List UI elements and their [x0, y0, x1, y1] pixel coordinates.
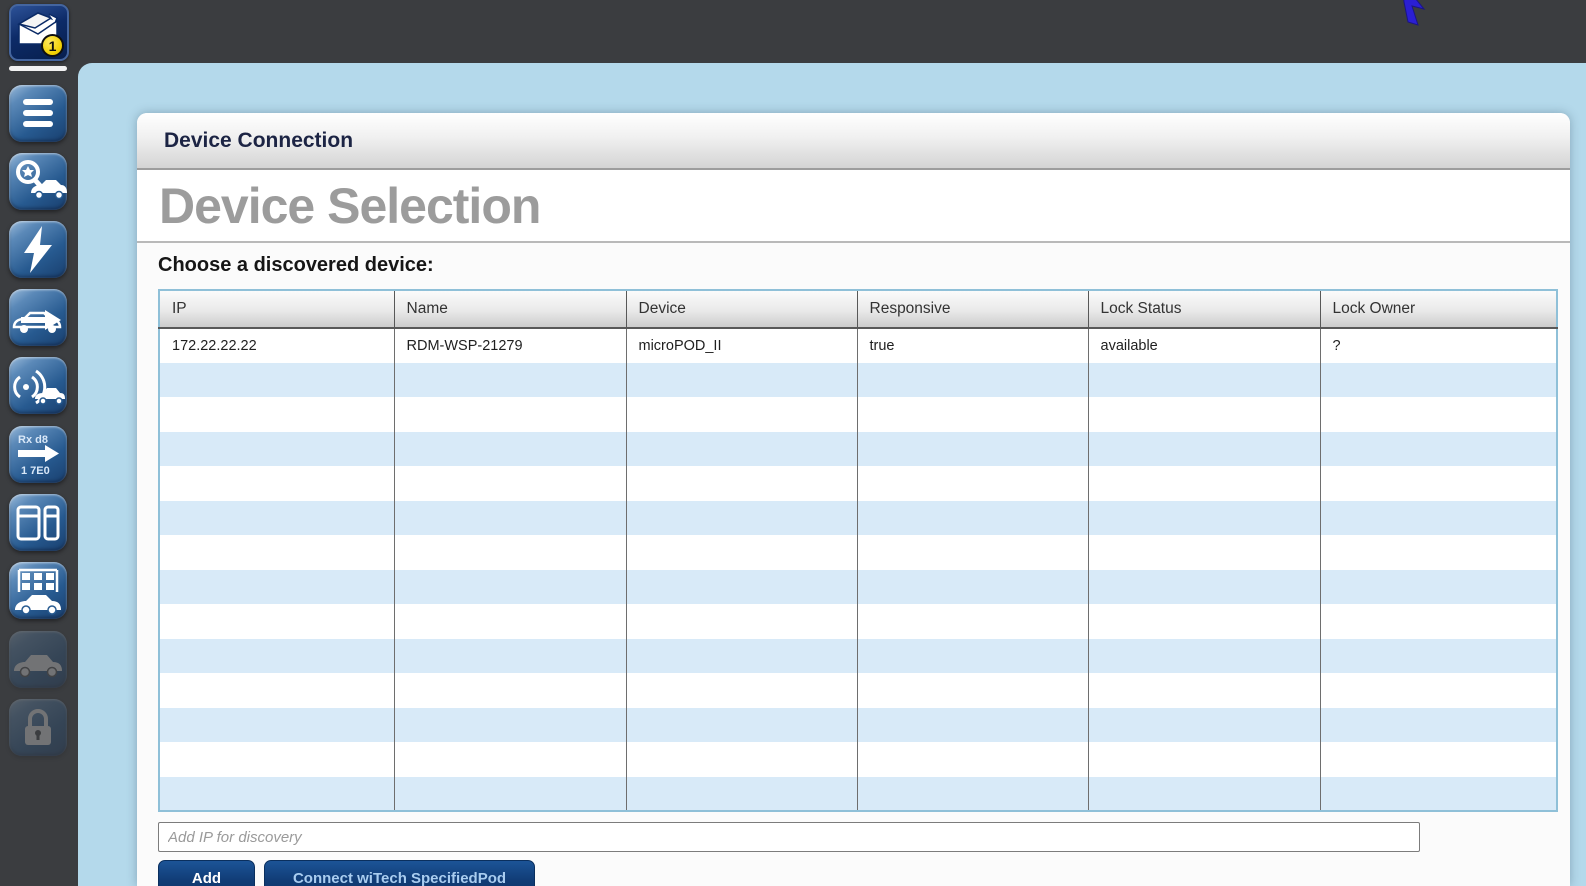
- messages-button[interactable]: 1: [9, 4, 69, 61]
- garage-vehicle-icon: [15, 568, 61, 615]
- sidebar-item-vehicle-select[interactable]: [9, 289, 67, 346]
- sidebar-item-vehicle: [9, 631, 67, 688]
- table-empty-row: [159, 707, 1557, 742]
- add-button[interactable]: Add: [158, 860, 255, 886]
- col-header-lock-owner: Lock Owner: [1320, 290, 1557, 329]
- table-empty-row: [159, 500, 1557, 535]
- add-ip-input[interactable]: [158, 822, 1420, 852]
- cell-device: microPOD_II: [626, 328, 858, 363]
- main-content: Device Connection Device Selection Choos…: [78, 63, 1586, 886]
- vehicle-icon: [14, 654, 62, 677]
- cell-ip: 172.22.22.22: [159, 328, 395, 363]
- mouse-cursor: [1403, 0, 1426, 26]
- data-bus-icon: Rx d8 1 7E0: [18, 434, 59, 477]
- device-row[interactable]: 172.22.22.22 RDM-WSP-21279 microPOD_II t…: [159, 328, 1557, 363]
- svg-text:1 7E0: 1 7E0: [21, 465, 50, 477]
- sidebar-item-vehicle-search[interactable]: [9, 153, 67, 210]
- sidebar-item-garage-vehicle[interactable]: [9, 562, 67, 619]
- sidebar-item-wireless-vehicle[interactable]: [9, 357, 67, 414]
- table-empty-row: [159, 431, 1557, 466]
- table-empty-row: [159, 466, 1557, 501]
- notification-badge: 1: [41, 34, 64, 57]
- sidebar-item-menu[interactable]: [9, 85, 67, 142]
- sidebar-item-reports[interactable]: [9, 494, 67, 551]
- vehicle-search-icon: [16, 159, 67, 199]
- sidebar-item-data-bus[interactable]: Rx d8 1 7E0: [9, 426, 67, 483]
- cell-lock-owner: ?: [1332, 337, 1341, 354]
- menu-icon: [23, 98, 53, 127]
- table-header-row: IP Name Device Responsive Lock Status Lo…: [159, 290, 1557, 329]
- button-row: Add Connect wiTech SpecifiedPod: [158, 860, 1570, 886]
- sidebar-divider: [9, 66, 67, 71]
- cell-name: RDM-WSP-21279: [394, 328, 627, 363]
- col-header-lock-status: Lock Status: [1088, 290, 1321, 329]
- sidebar-item-flash[interactable]: [9, 221, 67, 278]
- table-empty-row: [159, 362, 1557, 397]
- top-bar: [0, 0, 1586, 63]
- sidebar-item-lock: [9, 699, 67, 756]
- table-empty-row: [159, 673, 1557, 708]
- sidebar: 1 Rx d8 1 7E0: [0, 0, 78, 886]
- cell-lock-status: available: [1088, 328, 1321, 363]
- dialog-header: Device Connection: [137, 113, 1570, 170]
- table-empty-row: [159, 535, 1557, 570]
- page-title: Device Selection: [137, 170, 1570, 243]
- table-empty-row: [159, 569, 1557, 604]
- svg-text:Rx d8: Rx d8: [18, 434, 48, 446]
- wireless-vehicle-icon: [13, 369, 65, 405]
- device-connection-dialog: Device Connection Device Selection Choos…: [137, 113, 1570, 886]
- col-header-device: Device: [626, 290, 858, 329]
- connect-specified-pod-button[interactable]: Connect wiTech SpecifiedPod: [264, 860, 535, 886]
- lightning-icon: [24, 225, 52, 273]
- dialog-body: Choose a discovered device: IP Name Devi…: [137, 254, 1570, 886]
- table-empty-row: [159, 638, 1557, 673]
- col-header-ip: IP: [159, 290, 395, 329]
- device-table: IP Name Device Responsive Lock Status Lo…: [158, 289, 1558, 812]
- table-empty-row: [159, 604, 1557, 639]
- cell-responsive: true: [857, 328, 1089, 363]
- panels-icon: [16, 505, 60, 540]
- col-header-responsive: Responsive: [857, 290, 1089, 329]
- table-empty-row: [159, 776, 1557, 811]
- table-empty-row: [159, 742, 1557, 777]
- col-header-name: Name: [394, 290, 627, 329]
- table-empty-row: [159, 397, 1557, 432]
- lock-icon: [25, 708, 51, 745]
- vehicle-arrow-icon: [12, 309, 62, 333]
- choose-device-label: Choose a discovered device:: [158, 254, 434, 276]
